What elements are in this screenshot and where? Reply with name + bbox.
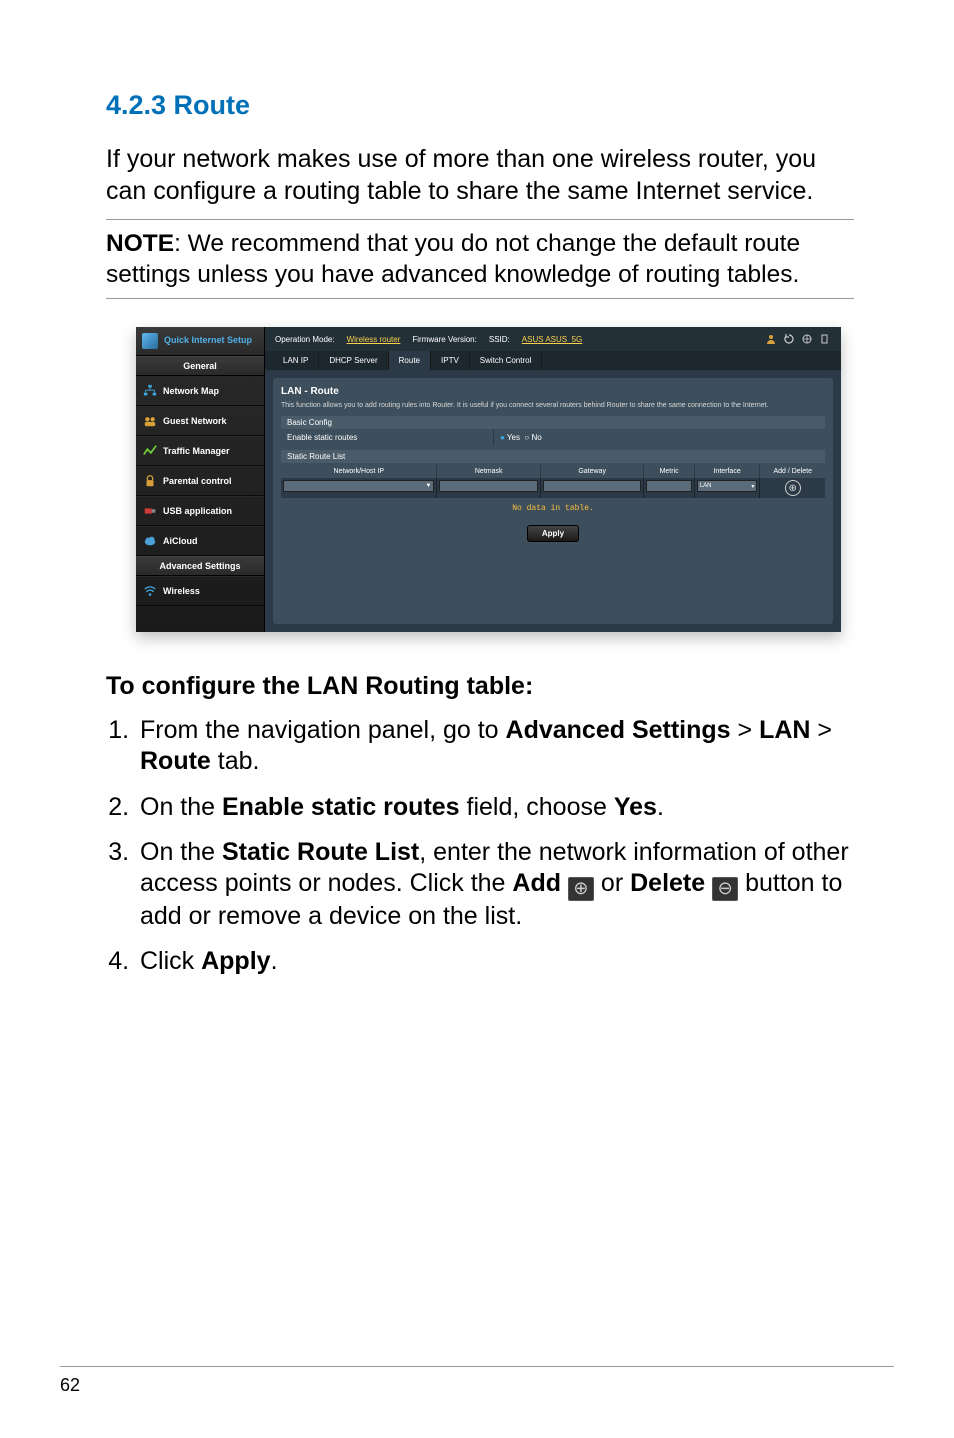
qis-label: Quick Internet Setup [164, 336, 252, 346]
sidebar-item-parental-control[interactable]: Parental control [136, 466, 264, 496]
col-interface: Interface [695, 465, 761, 478]
step-4: Click Apply. [136, 946, 854, 977]
sidebar-item-aicloud[interactable]: AiCloud [136, 526, 264, 556]
static-route-list-header: Static Route List [281, 450, 825, 463]
gateway-input[interactable] [543, 480, 641, 492]
opmode-label: Operation Mode: [275, 335, 335, 344]
route-table-header: Network/Host IP Netmask Gateway Metric I… [281, 465, 825, 478]
sidebar-item-traffic-manager[interactable]: Traffic Manager [136, 436, 264, 466]
sidebar-item-network-map[interactable]: Network Map [136, 376, 264, 406]
usb-application-label: USB application [163, 506, 232, 516]
apply-button[interactable]: Apply [527, 525, 579, 542]
usb-icon [143, 504, 157, 518]
enable-static-row: Enable static routes ● Yes ○ No [281, 429, 825, 446]
network-map-icon [143, 384, 157, 398]
panel-title: LAN - Route [281, 386, 825, 397]
topbar-icons [765, 333, 831, 345]
section-heading: 4.2.3 Route [106, 90, 854, 121]
parental-control-icon [143, 474, 157, 488]
route-table-input-row: ▼ LAN▾ ⊕ [281, 478, 825, 498]
logout-icon[interactable] [819, 333, 831, 345]
router-panel: LAN - Route This function allows you to … [273, 378, 833, 624]
opmode-value[interactable]: Wireless router [347, 335, 401, 344]
wireless-icon [143, 584, 157, 598]
step-2: On the Enable static routes field, choos… [136, 792, 854, 823]
wireless-label: Wireless [163, 586, 200, 596]
metric-input[interactable] [646, 480, 691, 492]
radio-yes-label: Yes [507, 433, 520, 442]
traffic-manager-icon [143, 444, 157, 458]
sidebar-item-qis[interactable]: Quick Internet Setup [136, 327, 264, 356]
col-metric: Metric [644, 465, 694, 478]
aicloud-icon [143, 534, 157, 548]
col-gateway: Gateway [541, 465, 644, 478]
router-screenshot: Quick Internet Setup General Network Map… [136, 327, 841, 632]
col-netmask: Netmask [437, 465, 540, 478]
delete-icon: ⊖ [712, 877, 738, 901]
tab-route[interactable]: Route [389, 351, 431, 370]
basic-config-header: Basic Config [281, 416, 825, 429]
col-network-host-ip: Network/Host IP [281, 465, 437, 478]
panel-description: This function allows you to add routing … [281, 401, 825, 410]
note-text: : We recommend that you do not change th… [106, 230, 800, 288]
sidebar-item-usb-application[interactable]: USB application [136, 496, 264, 526]
parental-control-label: Parental control [163, 476, 232, 486]
network-host-ip-select[interactable]: ▼ [283, 480, 434, 492]
ssid-label: SSID: [489, 335, 510, 344]
aicloud-label: AiCloud [163, 536, 198, 546]
steps-list: From the navigation panel, go to Advance… [106, 715, 854, 978]
tab-iptv[interactable]: IPTV [431, 351, 470, 370]
world-icon[interactable] [801, 333, 813, 345]
user-icon[interactable] [765, 333, 777, 345]
note-box: NOTE: We recommend that you do not chang… [106, 219, 854, 299]
sidebar-item-wireless[interactable]: Wireless [136, 576, 264, 606]
interface-select[interactable]: LAN▾ [697, 480, 758, 492]
enable-static-label: Enable static routes [281, 429, 494, 446]
ssid-value[interactable]: ASUS ASUS_5G [522, 335, 582, 344]
add-route-button[interactable]: ⊕ [785, 480, 801, 496]
step-1: From the navigation panel, go to Advance… [136, 715, 854, 778]
traffic-manager-label: Traffic Manager [163, 446, 230, 456]
add-icon: ⊕ [568, 877, 594, 901]
guest-network-icon [143, 414, 157, 428]
network-map-label: Network Map [163, 386, 219, 396]
no-data-text: No data in table. [281, 498, 825, 519]
step-3: On the Static Route List, enter the netw… [136, 837, 854, 933]
subheading: To configure the LAN Routing table: [106, 672, 854, 701]
wand-icon [142, 333, 158, 349]
enable-static-radios[interactable]: ● Yes ○ No [494, 429, 548, 446]
sidebar-section-general: General [136, 356, 264, 376]
intro-text: If your network makes use of more than o… [106, 143, 854, 207]
reboot-icon[interactable] [783, 333, 795, 345]
tab-dhcp-server[interactable]: DHCP Server [319, 351, 388, 370]
router-tabs: LAN IP DHCP Server Route IPTV Switch Con… [265, 351, 841, 370]
tab-lan-ip[interactable]: LAN IP [273, 351, 319, 370]
tab-switch-control[interactable]: Switch Control [470, 351, 543, 370]
netmask-input[interactable] [439, 480, 537, 492]
router-topbar: Operation Mode: Wireless router Firmware… [265, 327, 841, 351]
col-add-delete: Add / Delete [760, 465, 825, 478]
router-sidebar: Quick Internet Setup General Network Map… [136, 327, 265, 632]
guest-network-label: Guest Network [163, 416, 227, 426]
radio-no-label: No [531, 433, 541, 442]
note-label: NOTE [106, 230, 174, 257]
sidebar-section-advanced: Advanced Settings [136, 556, 264, 576]
sidebar-item-guest-network[interactable]: Guest Network [136, 406, 264, 436]
fw-label: Firmware Version: [412, 335, 476, 344]
router-main: Operation Mode: Wireless router Firmware… [265, 327, 841, 632]
page-number: 62 [60, 1366, 894, 1396]
